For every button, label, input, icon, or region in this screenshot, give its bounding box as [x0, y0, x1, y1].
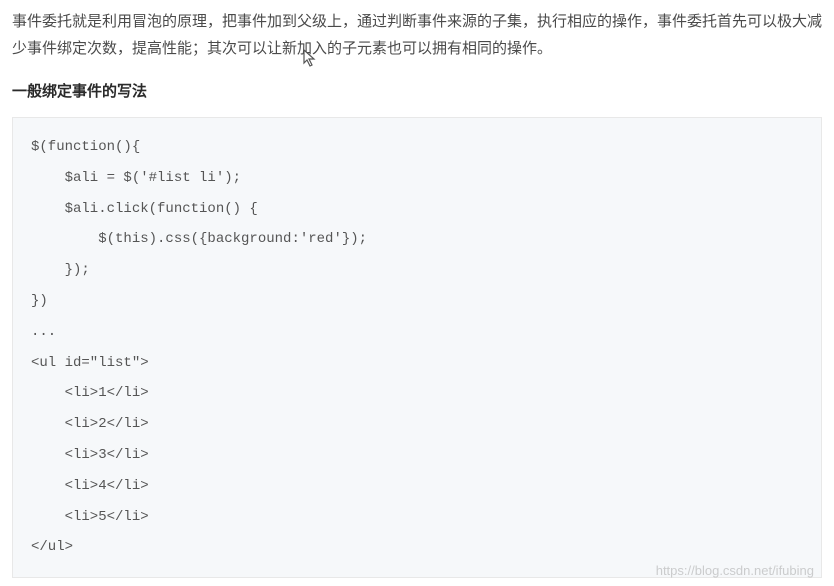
section-heading: 一般绑定事件的写法: [12, 80, 822, 101]
watermark-text: https://blog.csdn.net/ifubing: [656, 563, 814, 578]
code-block: $(function(){ $ali = $('#list li'); $ali…: [12, 117, 822, 578]
intro-paragraph: 事件委托就是利用冒泡的原理，把事件加到父级上，通过判断事件来源的子集，执行相应的…: [12, 8, 822, 62]
